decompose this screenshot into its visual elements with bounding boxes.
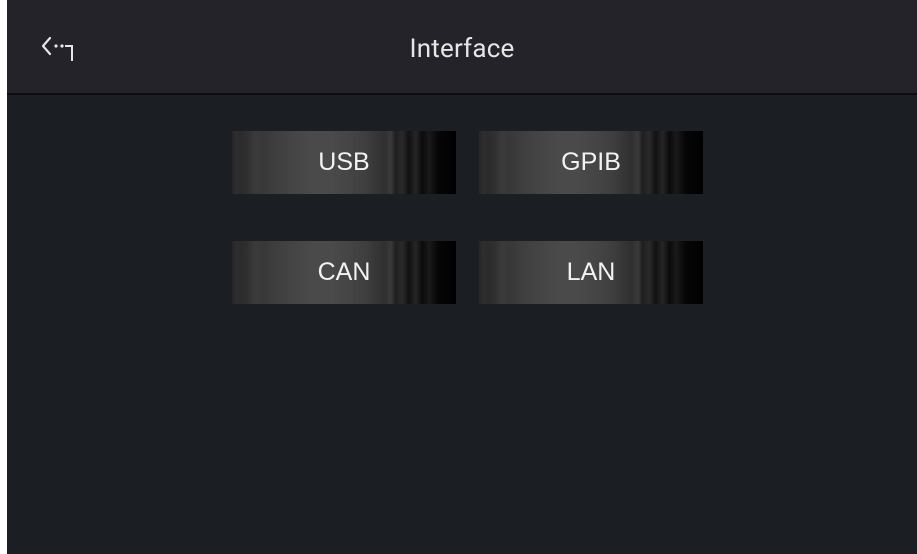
back-button[interactable] xyxy=(32,26,84,66)
interface-screen: Interface USB GPIB CAN LAN xyxy=(7,0,917,554)
usb-button[interactable]: USB xyxy=(232,131,456,194)
lan-button[interactable]: LAN xyxy=(479,241,703,304)
can-button[interactable]: CAN xyxy=(232,241,456,304)
gpib-button[interactable]: GPIB xyxy=(479,131,703,194)
back-arrow-icon xyxy=(41,36,73,61)
page-title: Interface xyxy=(409,34,515,64)
header-bar: Interface xyxy=(7,0,917,95)
